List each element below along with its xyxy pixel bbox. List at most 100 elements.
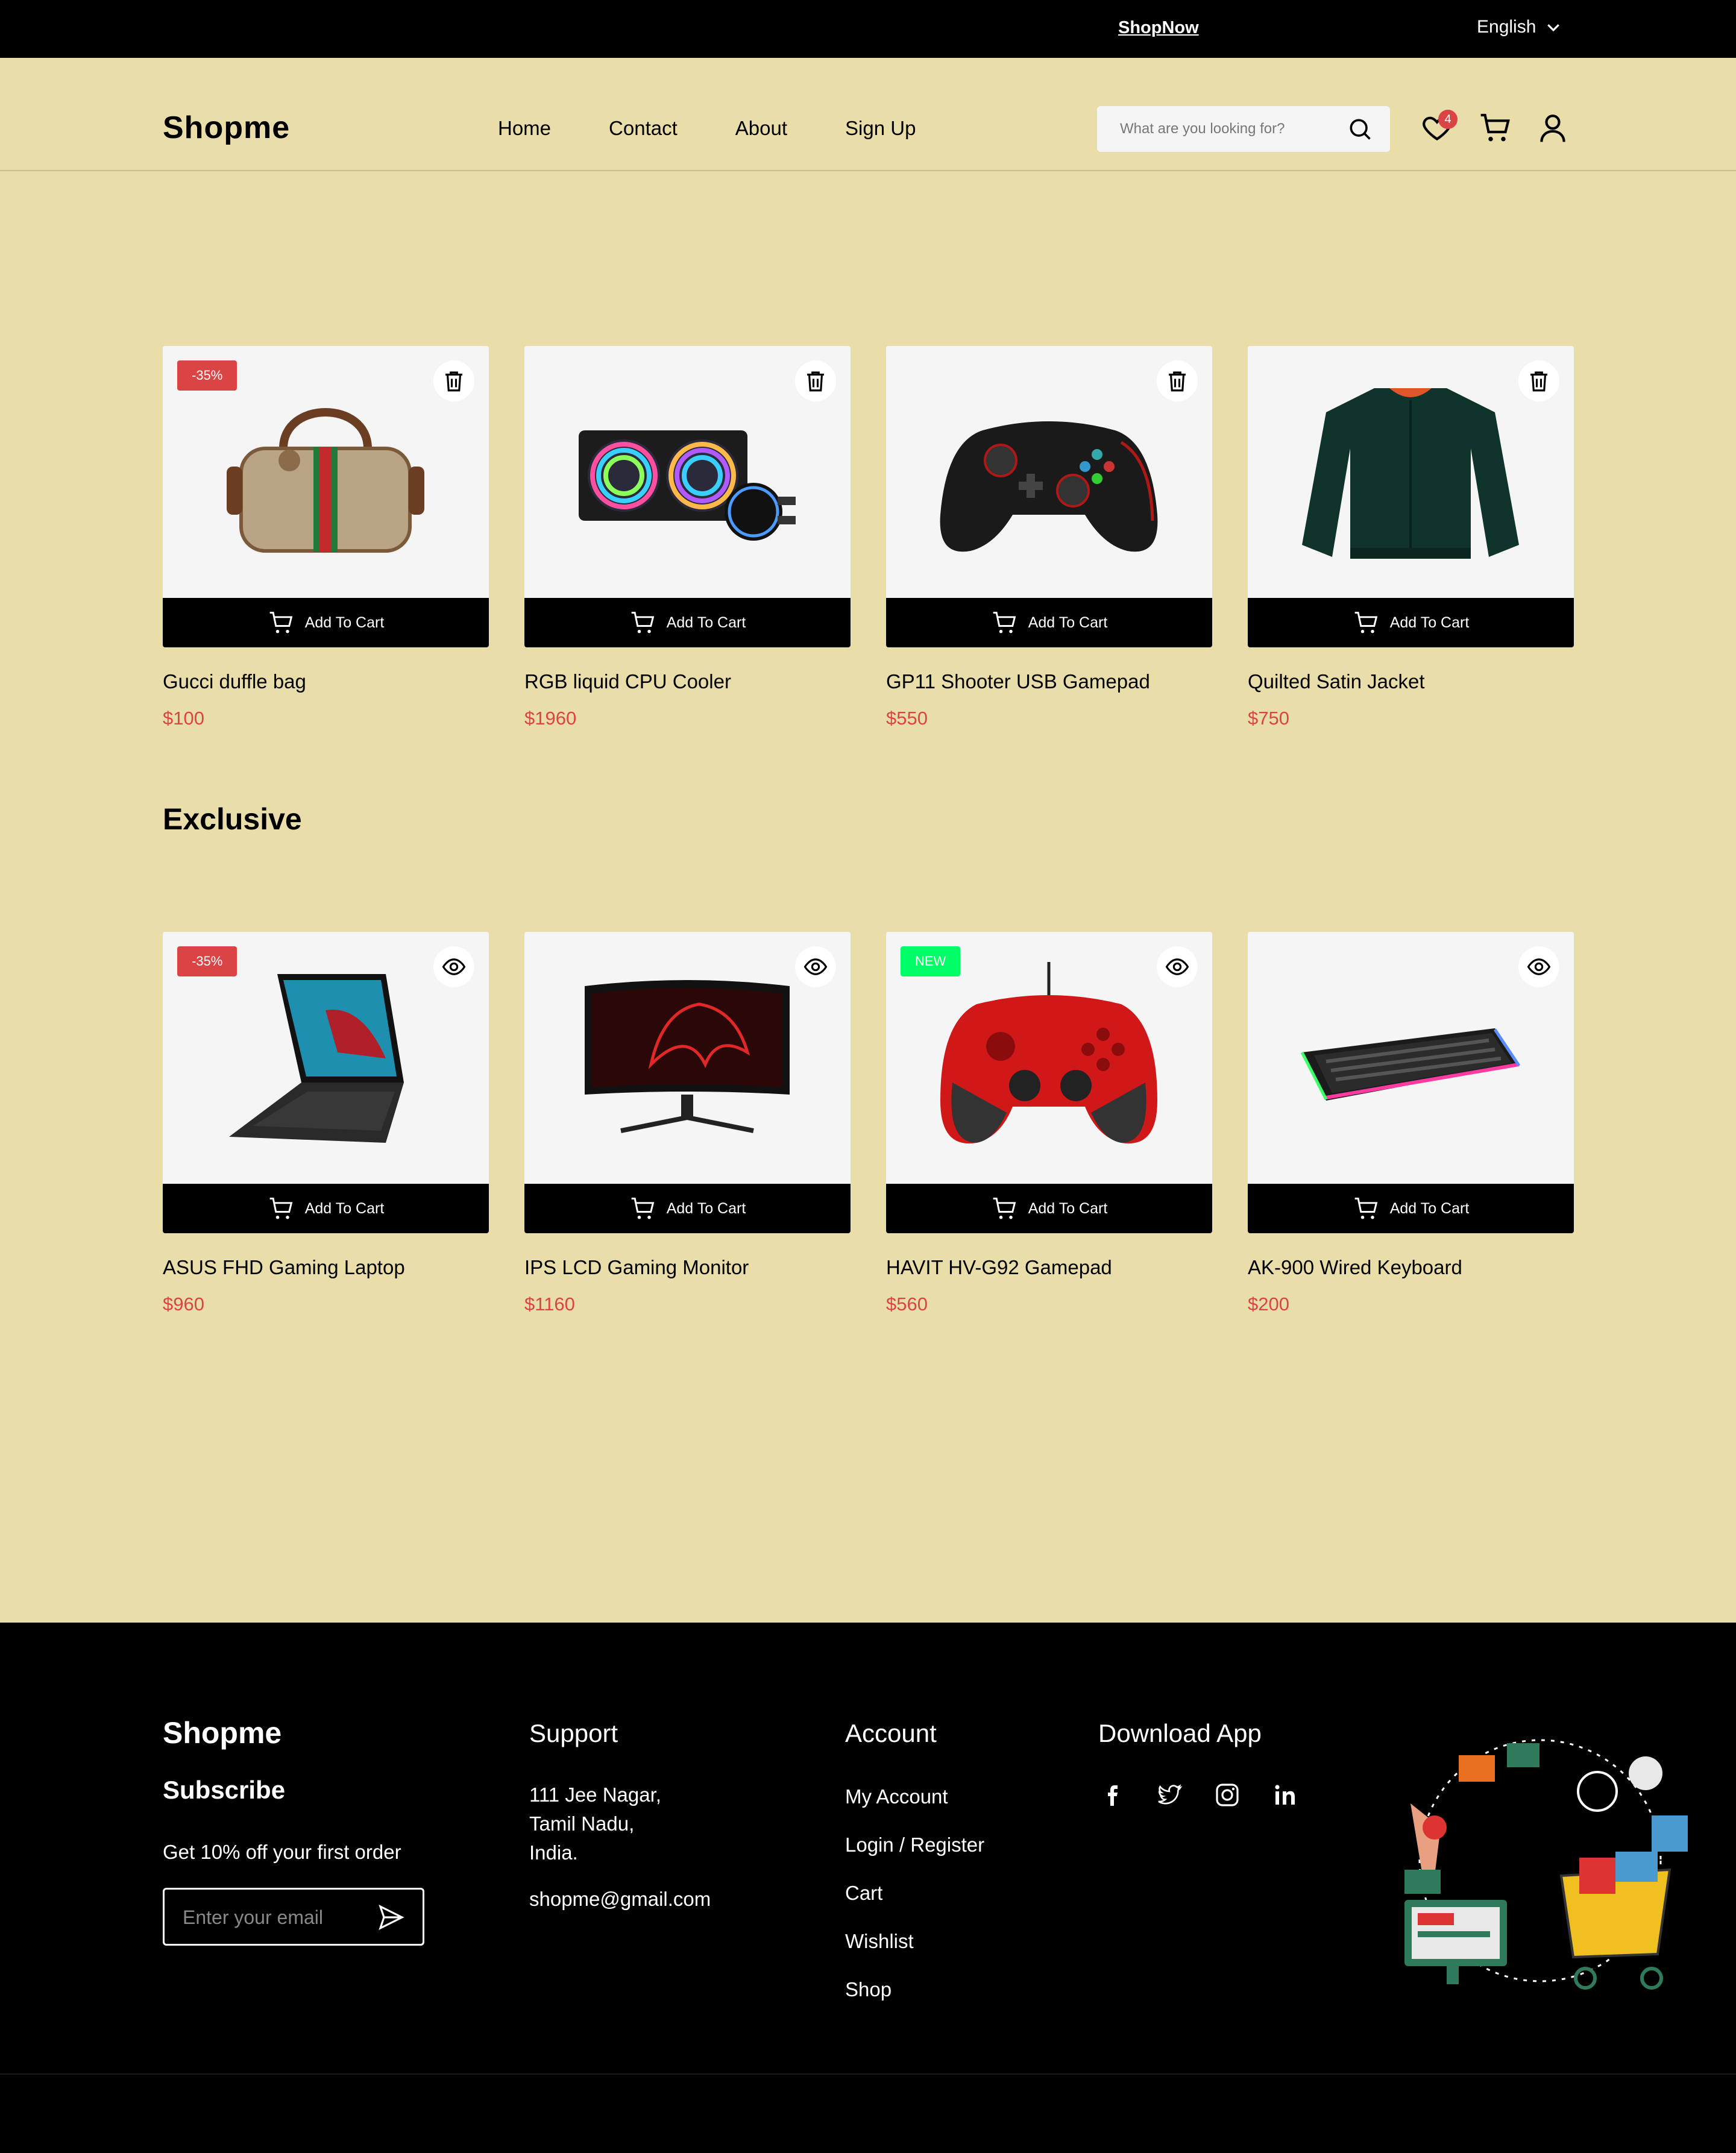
facebook-icon[interactable] bbox=[1098, 1781, 1127, 1809]
add-to-cart-label: Add To Cart bbox=[666, 1199, 746, 1217]
gamepad-image bbox=[940, 421, 1158, 552]
product-image[interactable] bbox=[1248, 346, 1574, 598]
footer-logo[interactable]: Shopme bbox=[163, 1715, 281, 1750]
footer: Shopme Subscribe Get 10% off your first … bbox=[0, 1623, 1736, 2153]
product-price: $550 bbox=[886, 708, 928, 729]
support-address: 111 Jee Nagar, Tamil Nadu, India. bbox=[529, 1781, 661, 1867]
top-bar: ShopNow English bbox=[0, 0, 1736, 58]
address-line: Tamil Nadu, bbox=[529, 1812, 635, 1835]
send-icon[interactable] bbox=[377, 1903, 406, 1932]
product-image[interactable]: -35% bbox=[163, 932, 489, 1184]
product-image[interactable] bbox=[524, 346, 851, 598]
product-name[interactable]: Quilted Satin Jacket bbox=[1248, 670, 1425, 693]
nav-home[interactable]: Home bbox=[498, 117, 551, 140]
logo[interactable]: Shopme bbox=[163, 110, 290, 146]
chevron-down-icon bbox=[1547, 24, 1560, 32]
product-image[interactable]: NEW bbox=[886, 932, 1212, 1184]
product-image[interactable]: -35% bbox=[163, 346, 489, 598]
cart-icon[interactable] bbox=[1478, 111, 1512, 145]
product-name[interactable]: RGB liquid CPU Cooler bbox=[524, 670, 731, 693]
add-to-cart-label: Add To Cart bbox=[304, 1199, 385, 1217]
eye-icon bbox=[1527, 958, 1551, 975]
add-to-cart-label: Add To Cart bbox=[1389, 1199, 1470, 1217]
support-heading: Support bbox=[529, 1719, 618, 1747]
trash-icon bbox=[807, 371, 824, 392]
user-icon[interactable] bbox=[1536, 111, 1570, 145]
account-heading: Account bbox=[845, 1719, 937, 1747]
product-price: $960 bbox=[163, 1293, 204, 1315]
add-to-cart-button[interactable]: Add To Cart bbox=[524, 1184, 851, 1233]
nav-sign-up[interactable]: Sign Up bbox=[845, 117, 916, 140]
delete-button[interactable] bbox=[433, 360, 474, 401]
footer-link-cart[interactable]: Cart bbox=[845, 1882, 882, 1905]
language-select[interactable]: English bbox=[1477, 17, 1562, 37]
subscribe-offer: Get 10% off your first order bbox=[163, 1841, 401, 1863]
new-badge: NEW bbox=[901, 946, 961, 976]
support-email-link[interactable]: shopme@gmail.com bbox=[529, 1888, 711, 1911]
search-icon[interactable] bbox=[1347, 116, 1373, 142]
footer-link-my-account[interactable]: My Account bbox=[845, 1785, 948, 1808]
gamepad-image bbox=[940, 962, 1157, 1144]
product-name[interactable]: IPS LCD Gaming Monitor bbox=[524, 1256, 749, 1279]
add-to-cart-label: Add To Cart bbox=[304, 614, 385, 631]
product-name[interactable]: AK-900 Wired Keyboard bbox=[1248, 1256, 1462, 1279]
shopping-illustration bbox=[1404, 1739, 1688, 1990]
quick-view-button[interactable] bbox=[795, 946, 836, 987]
quick-view-button[interactable] bbox=[1157, 946, 1198, 987]
product-name[interactable]: HAVIT HV-G92 Gamepad bbox=[886, 1256, 1112, 1279]
quick-view-button[interactable] bbox=[433, 946, 474, 987]
product-name[interactable]: ASUS FHD Gaming Laptop bbox=[163, 1256, 405, 1279]
product-name[interactable]: Gucci duffle bag bbox=[163, 670, 306, 693]
twitter-icon[interactable] bbox=[1155, 1781, 1184, 1809]
add-to-cart-button[interactable]: Add To Cart bbox=[886, 598, 1212, 647]
add-to-cart-button[interactable]: Add To Cart bbox=[886, 1184, 1212, 1233]
subscribe-heading: Subscribe bbox=[163, 1776, 286, 1804]
add-to-cart-button[interactable]: Add To Cart bbox=[163, 1184, 489, 1233]
cart-icon bbox=[993, 612, 1016, 633]
address-line: 111 Jee Nagar, bbox=[529, 1784, 661, 1806]
main-nav: Home Contact About Sign Up bbox=[498, 117, 916, 140]
keyboard-image bbox=[1300, 1028, 1521, 1101]
product-price: $100 bbox=[163, 708, 204, 729]
product-image[interactable] bbox=[886, 346, 1212, 598]
product-price: $750 bbox=[1248, 708, 1289, 729]
linkedin-icon[interactable] bbox=[1271, 1781, 1300, 1809]
cart-icon bbox=[993, 1198, 1016, 1219]
jacket-image bbox=[1302, 388, 1519, 559]
eye-icon bbox=[804, 958, 828, 975]
add-to-cart-button[interactable]: Add To Cart bbox=[1248, 598, 1574, 647]
search-input[interactable] bbox=[1120, 117, 1337, 141]
cart-icon bbox=[1354, 612, 1378, 633]
discount-badge: -35% bbox=[177, 360, 237, 391]
cart-icon bbox=[1354, 1198, 1378, 1219]
footer-divider bbox=[0, 2073, 1736, 2075]
delete-button[interactable] bbox=[1157, 360, 1198, 401]
add-to-cart-button[interactable]: Add To Cart bbox=[163, 598, 489, 647]
monitor-image bbox=[585, 980, 790, 1133]
trash-icon bbox=[445, 371, 462, 392]
quick-view-button[interactable] bbox=[1518, 946, 1559, 987]
cpu-cooler-image bbox=[579, 430, 796, 541]
email-field bbox=[163, 1888, 424, 1946]
footer-link-shop[interactable]: Shop bbox=[845, 1978, 892, 2001]
product-image[interactable] bbox=[524, 932, 851, 1184]
add-to-cart-button[interactable]: Add To Cart bbox=[524, 598, 851, 647]
cart-icon bbox=[269, 1198, 293, 1219]
add-to-cart-label: Add To Cart bbox=[1389, 614, 1470, 631]
product-price: $1960 bbox=[524, 708, 577, 729]
address-line: India. bbox=[529, 1841, 578, 1864]
delete-button[interactable] bbox=[1518, 360, 1559, 401]
product-price: $1160 bbox=[524, 1293, 575, 1315]
nav-about[interactable]: About bbox=[735, 117, 787, 140]
email-input[interactable] bbox=[183, 1905, 363, 1929]
delete-button[interactable] bbox=[795, 360, 836, 401]
product-image[interactable] bbox=[1248, 932, 1574, 1184]
instagram-icon[interactable] bbox=[1213, 1781, 1242, 1809]
discount-badge: -35% bbox=[177, 946, 237, 976]
shop-now-link[interactable]: ShopNow bbox=[1118, 18, 1199, 38]
add-to-cart-button[interactable]: Add To Cart bbox=[1248, 1184, 1574, 1233]
product-name[interactable]: GP11 Shooter USB Gamepad bbox=[886, 670, 1150, 693]
nav-contact[interactable]: Contact bbox=[609, 117, 678, 140]
footer-link-wishlist[interactable]: Wishlist bbox=[845, 1930, 914, 1953]
footer-link-login-register[interactable]: Login / Register bbox=[845, 1834, 984, 1856]
